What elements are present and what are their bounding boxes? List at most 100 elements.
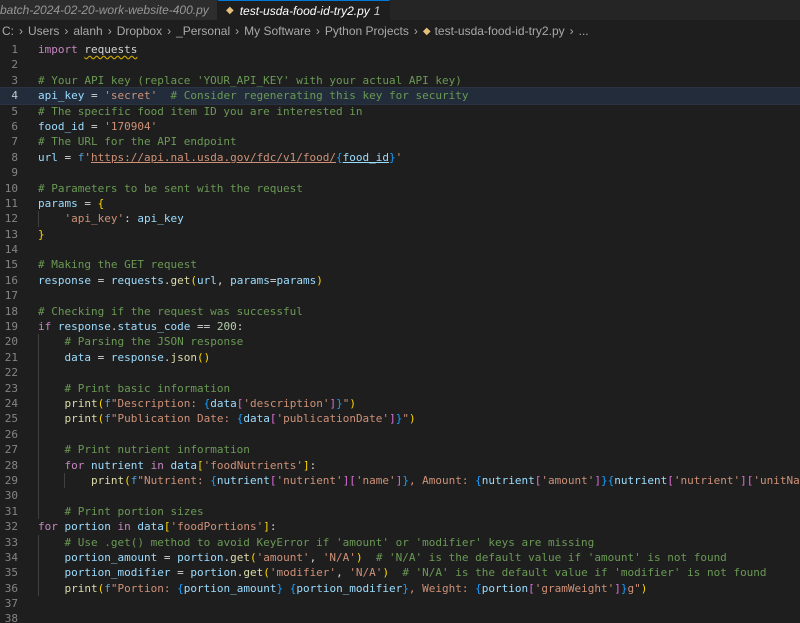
python-file-icon: ◆ [422, 25, 431, 37]
chevron-right-icon: › [64, 24, 69, 38]
code-line[interactable]: 13} [0, 227, 800, 242]
code-token: nutrient [481, 473, 535, 487]
code-line[interactable]: 30 [0, 488, 800, 504]
breadcrumb-personal[interactable]: _Personal [176, 24, 230, 38]
code-line[interactable]: 15 # Making the GET request [0, 257, 800, 272]
code-line[interactable]: 32 for portion in data['foodPortions']: [0, 519, 800, 534]
code-line[interactable]: 36 print(f"Portion: {portion_amount} {po… [0, 580, 800, 597]
line-number: 20 [4, 335, 18, 349]
code-token: '170904' [104, 119, 158, 133]
code-token: data [64, 350, 92, 364]
code-line[interactable]: 33 # Use .get() method to avoid KeyError… [0, 534, 800, 550]
code-line[interactable]: 5 # The specific food item ID you are int… [0, 104, 800, 119]
chevron-right-icon: › [569, 24, 574, 38]
code-token: get [230, 550, 250, 564]
code-token: portion_modifier [296, 581, 403, 595]
code-line[interactable]: 9 [0, 165, 800, 180]
line-number: 6 [11, 119, 18, 133]
code-token: import [38, 43, 85, 56]
code-token: portion [190, 566, 237, 580]
code-token: nutrient [91, 458, 144, 472]
line-number: 10 [4, 181, 18, 195]
code-line[interactable]: 17 [0, 288, 800, 303]
code-token: == [190, 320, 217, 334]
code-token: https://api.nal.usda.gov/fdc/v1/food/ [91, 150, 337, 164]
code-token: , Weight: [408, 581, 476, 595]
code-line[interactable]: 35 portion_modifier = portion.get('modif… [0, 565, 800, 581]
code-token: , [336, 566, 350, 580]
code-token: ] [614, 581, 621, 595]
chevron-right-icon: › [315, 24, 320, 38]
breadcrumb-users[interactable]: Users [28, 24, 59, 38]
code-text: # Print nutrient information [38, 442, 250, 457]
code-line[interactable]: 7 # The URL for the API endpoint [0, 134, 800, 149]
code-line[interactable]: 16 response = requests.get(url, params=pa… [0, 273, 800, 288]
code-token: for [64, 458, 91, 472]
python-file-icon: ◆ [226, 5, 234, 16]
code-line[interactable]: 6 food_id = '170904' [0, 119, 800, 134]
code-line[interactable]: 28 for nutrient in data['foodNutrients']… [0, 457, 800, 473]
code-line[interactable]: 14 [0, 242, 800, 257]
code-line[interactable]: 25 print(f"Publication Date: {data['publ… [0, 411, 800, 427]
code-line[interactable]: 18 # Checking if the request was successf… [0, 304, 800, 319]
code-line[interactable]: 3 # Your API key (replace 'YOUR_API_KEY' … [0, 73, 800, 88]
code-line[interactable]: 26 [0, 426, 800, 443]
code-text: print(f"Nutrient: {nutrient['nutrient'][… [38, 473, 800, 488]
tab-current-file[interactable]: ◆ test-usda-food-id-try2.py 1 [218, 0, 390, 20]
code-token: params [230, 273, 270, 287]
code-line[interactable]: 20 # Parsing the JSON response [0, 334, 800, 350]
code-line[interactable]: 23 # Print basic information [0, 380, 800, 396]
breadcrumb-file[interactable]: test-usda-food-id-try2.py [435, 24, 565, 38]
code-token: for [38, 520, 65, 534]
code-line[interactable]: 1 import requests [0, 42, 800, 57]
breadcrumb-python-projects[interactable]: Python Projects [325, 24, 409, 38]
code-line[interactable]: 19 if response.status_code == 200: [0, 319, 800, 334]
line-number: 15 [4, 258, 18, 272]
problem-count-badge: 1 [373, 3, 381, 18]
code-line[interactable]: 21 data = response.json() [0, 349, 800, 366]
code-line[interactable]: 37 [0, 596, 800, 611]
code-line[interactable]: 34 portion_amount = portion.get('amount'… [0, 549, 800, 566]
breadcrumb-drive[interactable]: C: [2, 24, 14, 38]
code-line[interactable]: 29 print(f"Nutrient: {nutrient['nutrient… [0, 472, 800, 489]
code-text: # Parameters to be sent with the request [38, 181, 303, 196]
breadcrumb-my-software[interactable]: My Software [244, 24, 311, 38]
code-token: "Portion: [110, 581, 178, 595]
code-token: } [620, 581, 628, 595]
code-token: response [57, 320, 111, 334]
breadcrumb-symbols[interactable]: ... [579, 24, 589, 38]
code-token: } [38, 227, 45, 241]
line-number: 19 [4, 320, 18, 334]
code-text: # Parsing the JSON response [38, 334, 244, 349]
code-editor[interactable]: 1 import requests 2 3 # Your API key (replac… [0, 42, 800, 623]
code-token: 'gramWeight' [534, 581, 615, 595]
breadcrumb-alanh[interactable]: alanh [73, 24, 102, 38]
code-line[interactable]: 38 [0, 611, 800, 623]
code-line[interactable]: 31 # Print portion sizes [0, 503, 800, 520]
code-token: = [170, 566, 191, 580]
code-token: print [64, 581, 98, 595]
tab-label: test-usda-food-id-try2.py [239, 3, 370, 18]
code-line[interactable]: 10 # Parameters to be sent with the reque… [0, 181, 800, 196]
code-line[interactable]: 4 api_key = 'secret' # Consider regenerat… [0, 87, 800, 105]
tab-batch-file[interactable]: batch-2024-02-20-work-website-400.py [0, 0, 218, 20]
code-line[interactable]: 22 [0, 365, 800, 381]
code-token: [ [196, 458, 204, 472]
code-token: "Publication Date: [110, 412, 237, 426]
code-token: food_id [38, 119, 85, 133]
code-line[interactable]: 11 params = { [0, 196, 800, 211]
code-token: = [84, 89, 105, 103]
code-line[interactable]: 2 [0, 57, 800, 72]
breadcrumb-dropbox[interactable]: Dropbox [117, 24, 162, 38]
code-line[interactable]: 8 url = f'https://api.nal.usda.gov/fdc/v1… [0, 150, 800, 165]
code-line[interactable]: 24 print(f"Description: {data['descripti… [0, 395, 800, 412]
code-token: requests [84, 43, 138, 56]
code-line[interactable]: 27 # Print nutrient information [0, 442, 800, 458]
code-line[interactable]: 12 'api_key': api_key [0, 211, 800, 227]
code-text: url = f'https://api.nal.usda.gov/fdc/v1/… [38, 150, 402, 165]
code-token: get [170, 273, 191, 287]
